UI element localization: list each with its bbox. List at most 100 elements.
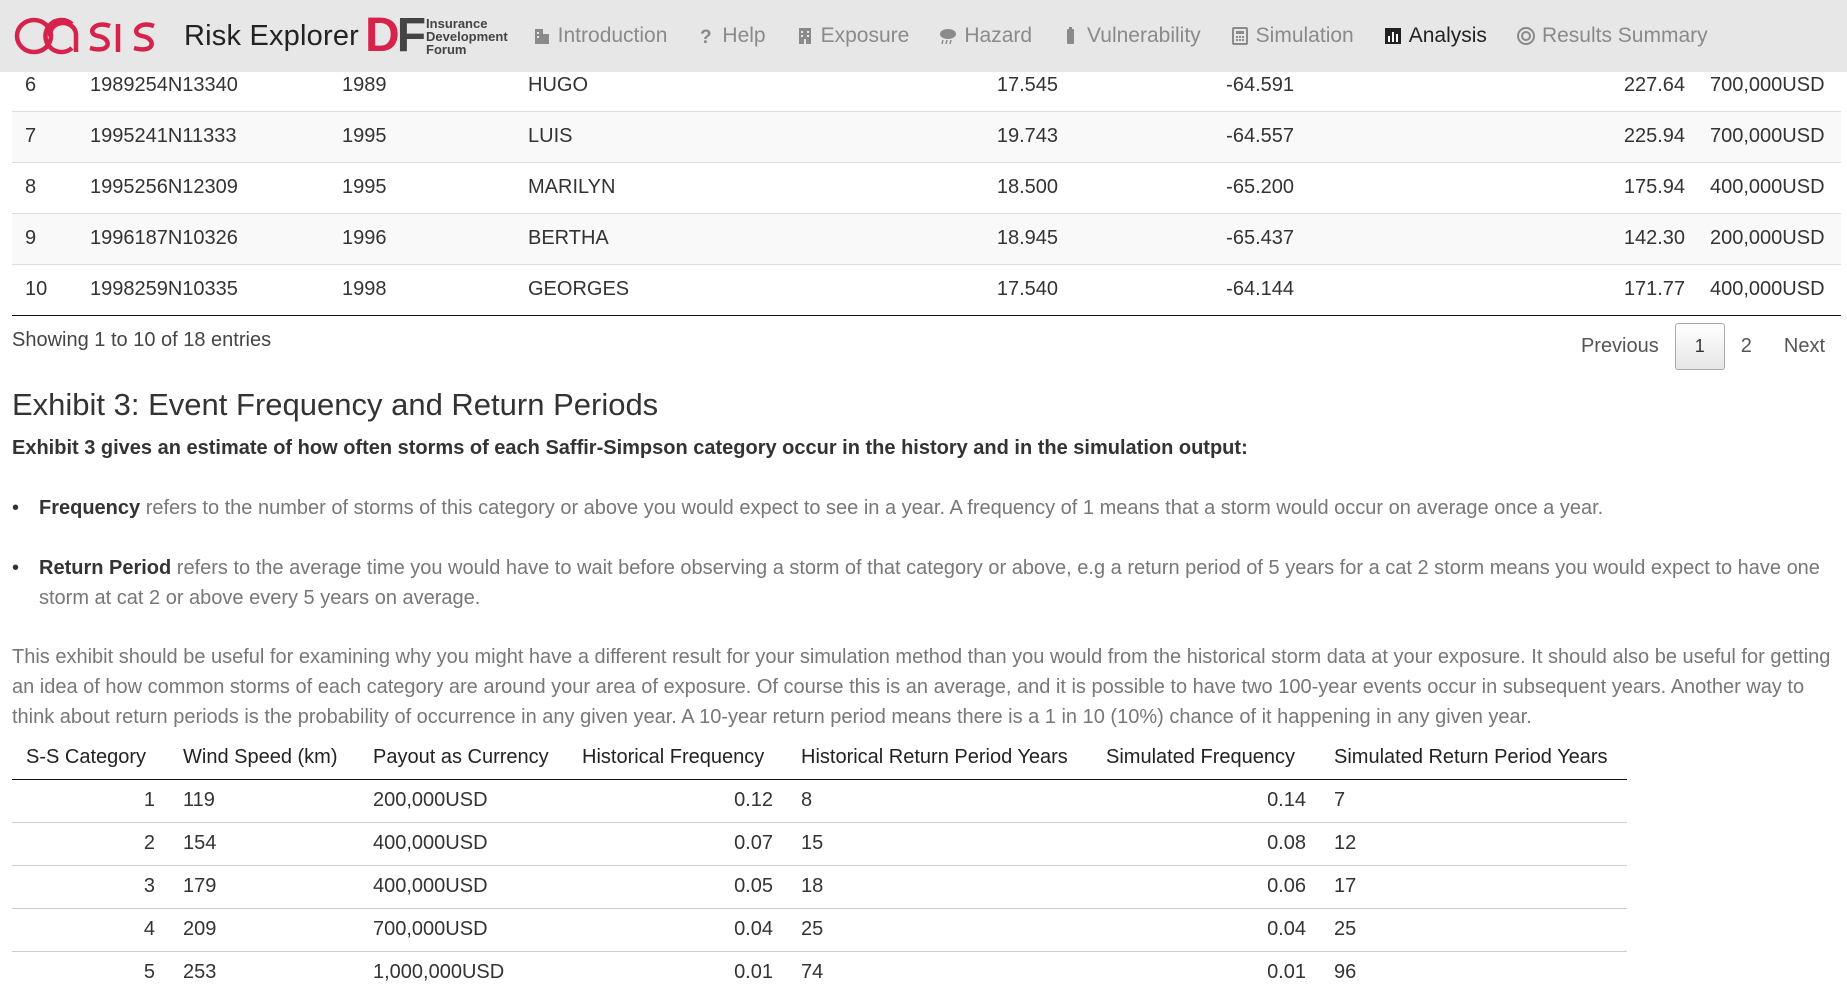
nav-item-analysis[interactable]: Analysis — [1383, 24, 1487, 48]
previous-page-button[interactable]: Previous — [1565, 323, 1675, 370]
storm-name: LUIS — [528, 111, 828, 163]
table-footer: Showing 1 to 10 of 18 entries Previous 1… — [12, 323, 1841, 383]
idf-logo-mark: DF — [365, 9, 426, 62]
nav-menu: Introduction ? Help Exposure Hazard Vuln… — [532, 24, 1737, 48]
storm-payout: 700,000USD — [1685, 111, 1841, 163]
storm-year: 1996 — [342, 213, 528, 265]
row-index: 7 — [12, 111, 90, 163]
storm-id: 1995241N11333 — [90, 111, 342, 163]
hist-frequency: 0.07 — [568, 822, 787, 866]
wind-speed: 119 — [169, 779, 359, 823]
col-header[interactable]: Wind Speed (km) — [169, 736, 359, 780]
idf-logo: DF Insurance Development Forum — [365, 12, 508, 60]
calculator-icon — [1230, 26, 1250, 46]
table-row[interactable]: 4 209 700,000USD 0.04 25 0.04 25 — [12, 908, 1627, 952]
storm-lat: 18.945 — [828, 213, 1058, 265]
frequency-table: S-S Category Wind Speed (km) Payout as C… — [12, 736, 1627, 986]
sim-frequency: 0.06 — [1092, 865, 1320, 909]
building-icon — [532, 26, 552, 46]
payout: 400,000USD — [359, 822, 568, 866]
row-index: 8 — [12, 162, 90, 214]
sim-frequency: 0.01 — [1092, 951, 1320, 986]
entries-info: Showing 1 to 10 of 18 entries — [12, 329, 272, 351]
nav-item-label: Vulnerability — [1087, 24, 1201, 47]
sim-frequency: 0.08 — [1092, 822, 1320, 866]
hist-return-period: 15 — [787, 822, 1092, 866]
storm-wind: 142.30 — [1294, 213, 1685, 265]
sim-return-period: 12 — [1320, 822, 1627, 866]
wind-speed: 209 — [169, 908, 359, 952]
payout: 400,000USD — [359, 865, 568, 909]
row-index: 9 — [12, 213, 90, 265]
category: 4 — [12, 908, 169, 952]
table-row[interactable]: 7 1995241N11333 1995 LUIS 19.743 -64.557… — [12, 111, 1841, 163]
storm-lon: -65.437 — [1058, 213, 1294, 265]
cloud-rain-icon — [938, 26, 958, 46]
table-row[interactable]: 3 179 400,000USD 0.05 18 0.06 17 — [12, 865, 1627, 909]
storm-lat: 19.743 — [828, 111, 1058, 163]
page-1-button[interactable]: 1 — [1674, 323, 1725, 370]
storm-name: GEORGES — [528, 264, 828, 316]
definition: refers to the average time you would hav… — [39, 557, 1820, 609]
hist-return-period: 74 — [787, 951, 1092, 986]
storm-year: 1995 — [342, 162, 528, 214]
table-row[interactable]: 5 253 1,000,000USD 0.01 74 0.01 96 — [12, 951, 1627, 986]
sim-frequency: 0.04 — [1092, 908, 1320, 952]
storm-wind: 225.94 — [1294, 111, 1685, 163]
col-header[interactable]: Historical Frequency — [568, 736, 787, 780]
payout: 200,000USD — [359, 779, 568, 823]
term: Frequency — [39, 497, 141, 519]
payout: 700,000USD — [359, 908, 568, 952]
nav-item-label: Analysis — [1408, 24, 1487, 47]
col-header[interactable]: Simulated Frequency — [1092, 736, 1320, 780]
svg-text:?: ? — [700, 27, 712, 46]
exhibit-lead: Exhibit 3 gives an estimate of how often… — [12, 437, 1248, 459]
nav-item-introduction[interactable]: Introduction — [532, 24, 668, 48]
col-header[interactable]: Simulated Return Period Years — [1320, 736, 1627, 780]
nav-item-exposure[interactable]: Exposure — [795, 24, 910, 48]
storm-lat: 18.500 — [828, 162, 1058, 214]
nav-item-results-summary[interactable]: Results Summary — [1516, 24, 1708, 48]
storm-wind: 175.94 — [1294, 162, 1685, 214]
nav-item-label: Simulation — [1255, 24, 1354, 47]
category: 1 — [12, 779, 169, 823]
table-row[interactable]: 8 1995256N12309 1995 MARILYN 18.500 -65.… — [12, 162, 1841, 214]
exhibit-paragraph: This exhibit should be useful for examin… — [12, 646, 1831, 728]
definition: refers to the number of storms of this c… — [140, 497, 1604, 519]
nav-item-label: Exposure — [820, 24, 910, 47]
top-navbar: Risk Explorer DF Insurance Development F… — [0, 0, 1847, 72]
table-row[interactable]: 2 154 400,000USD 0.07 15 0.08 12 — [12, 822, 1627, 866]
definition-list: Frequency refers to the number of storms… — [12, 493, 1841, 643]
storm-year: 1995 — [342, 111, 528, 163]
nav-item-simulation[interactable]: Simulation — [1230, 24, 1354, 48]
nav-item-hazard[interactable]: Hazard — [938, 24, 1032, 48]
storm-name: MARILYN — [528, 162, 828, 214]
page-2-button[interactable]: 2 — [1725, 323, 1768, 370]
nav-item-help[interactable]: ? Help — [696, 24, 765, 48]
hist-frequency: 0.04 — [568, 908, 787, 952]
storm-payout: 400,000USD — [1685, 264, 1841, 316]
sim-return-period: 96 — [1320, 951, 1627, 986]
table-row[interactable]: 9 1996187N10326 1996 BERTHA 18.945 -65.4… — [12, 213, 1841, 265]
storm-lat: 17.540 — [828, 264, 1058, 316]
events-table: 6 1989254N13340 1989 HUGO 17.545 -64.591… — [12, 60, 1841, 316]
brand[interactable]: Risk Explorer DF Insurance Development F… — [14, 12, 508, 60]
table-row[interactable]: 10 1998259N10335 1998 GEORGES 17.540 -64… — [12, 264, 1841, 316]
col-header[interactable]: S-S Category — [12, 736, 169, 780]
nav-item-label: Introduction — [557, 24, 668, 47]
bullseye-icon — [1516, 26, 1536, 46]
hist-return-period: 18 — [787, 865, 1092, 909]
storm-id: 1998259N10335 — [90, 264, 342, 316]
table-header-row: S-S Category Wind Speed (km) Payout as C… — [12, 736, 1627, 780]
payout: 1,000,000USD — [359, 951, 568, 986]
hist-frequency: 0.05 — [568, 865, 787, 909]
office-icon — [795, 26, 815, 46]
category: 2 — [12, 822, 169, 866]
next-page-button[interactable]: Next — [1768, 323, 1841, 370]
table-row[interactable]: 1 119 200,000USD 0.12 8 0.14 7 — [12, 779, 1627, 823]
storm-payout: 200,000USD — [1685, 213, 1841, 265]
category: 3 — [12, 865, 169, 909]
nav-item-vulnerability[interactable]: Vulnerability — [1061, 24, 1201, 48]
col-header[interactable]: Historical Return Period Years — [787, 736, 1092, 780]
col-header[interactable]: Payout as Currency — [359, 736, 568, 780]
